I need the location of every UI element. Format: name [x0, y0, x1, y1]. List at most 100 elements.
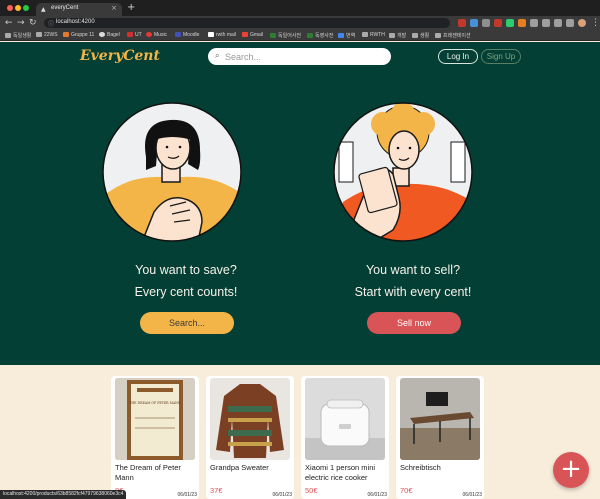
product-image	[400, 378, 480, 460]
product-card[interactable]: Schreibtisch 70€ 06/01/23	[396, 376, 484, 499]
music-icon	[146, 32, 152, 37]
sidebar-icon[interactable]	[566, 19, 574, 27]
media-icon[interactable]	[542, 19, 550, 27]
bookmark-item[interactable]: UT	[127, 32, 142, 38]
bookmark-item[interactable]: 개발	[389, 32, 406, 39]
cast-icon[interactable]	[554, 19, 562, 27]
product-card[interactable]: THE DREAM OF PETER MANN The Dream of Pet…	[111, 376, 199, 499]
bookmark-item[interactable]: Gruppe 11	[63, 32, 94, 38]
folder-icon	[362, 32, 368, 37]
book-cover-title: THE DREAM OF PETER MANN	[129, 401, 181, 405]
product-card[interactable]: Grandpa Sweater 37€ 06/01/23	[206, 376, 294, 499]
hero-search-button[interactable]: Search...	[140, 312, 234, 334]
translate-icon	[338, 33, 344, 38]
extension-icon[interactable]	[518, 19, 526, 27]
save-tagline: You want to save? Every cent counts!	[76, 259, 296, 303]
save-subline: Every cent counts!	[134, 285, 238, 299]
bookmark-item[interactable]: RWTH	[362, 32, 385, 38]
desk-photo	[400, 378, 480, 460]
address-url: localhost:4200	[56, 19, 95, 25]
info-icon: ⓘ	[48, 21, 55, 28]
product-title: Xiaomi 1 person mini electric rice cooke…	[305, 463, 376, 482]
close-window-button[interactable]	[7, 5, 13, 11]
product-date: 06/01/23	[272, 492, 292, 498]
bookmark-item[interactable]: rwth mail	[208, 32, 236, 38]
product-date: 06/01/23	[367, 492, 387, 498]
sell-now-button[interactable]: Sell now	[367, 312, 461, 334]
dictionary-icon	[270, 33, 276, 38]
minimize-window-button[interactable]	[15, 5, 21, 11]
bookmark-item[interactable]: 독일생활	[5, 32, 31, 39]
bookmark-item[interactable]: Bagel	[99, 32, 120, 38]
back-icon[interactable]: ←	[5, 17, 13, 29]
bookmark-item[interactable]: Moodle	[175, 32, 199, 38]
product-price: 50€	[305, 486, 318, 495]
signup-button[interactable]: Sign Up	[481, 49, 521, 64]
puzzle-icon[interactable]	[530, 19, 538, 27]
product-image	[210, 378, 290, 460]
extension-icon[interactable]	[470, 19, 478, 27]
logo[interactable]: EveryCent	[80, 48, 160, 64]
bookmark-item[interactable]: 독영사전	[307, 32, 333, 39]
bookmark-item[interactable]: 프레젠테이션	[435, 32, 471, 39]
bookmark-item[interactable]: 번역	[338, 32, 355, 39]
product-price: 70€	[400, 486, 413, 495]
github-icon	[99, 32, 105, 37]
gmail-icon	[242, 32, 248, 37]
maximize-window-button[interactable]	[23, 5, 29, 11]
sweater-photo	[210, 378, 290, 460]
bookmark-item[interactable]: 독일어사전	[270, 32, 301, 39]
tab-title: everyCent	[51, 5, 79, 11]
folder-icon	[36, 32, 42, 37]
bookmark-item[interactable]: 생활	[412, 32, 429, 39]
new-tab-icon[interactable]: +	[127, 2, 135, 14]
add-product-button[interactable]: +	[553, 452, 589, 488]
forward-icon[interactable]: →	[17, 17, 25, 29]
rice-cooker-photo	[305, 378, 385, 460]
book-photo: THE DREAM OF PETER MANN	[115, 378, 195, 460]
avatar[interactable]	[578, 19, 586, 27]
product-date: 06/01/23	[177, 492, 197, 498]
extension-icon[interactable]	[494, 19, 502, 27]
sell-subline: Start with every cent!	[354, 285, 472, 299]
browser-tab[interactable]: ▲ everyCent ×	[36, 3, 122, 16]
product-title: Grandpa Sweater	[210, 463, 269, 472]
mail-icon	[208, 32, 214, 37]
search-icon: ⌕	[215, 51, 220, 60]
product-title: Schreibtisch	[400, 463, 441, 472]
folder-icon	[412, 33, 418, 38]
product-card[interactable]: Xiaomi 1 person mini electric rice cooke…	[301, 376, 389, 499]
bookmarks-bar: 독일생활 22WS Gruppe 11 Bagel UT Music Moodl…	[0, 30, 600, 41]
saver-illustration	[102, 102, 242, 242]
bookmark-item[interactable]: Music	[146, 32, 167, 38]
folder-icon	[389, 33, 395, 38]
link-status-bar: localhost:4200/products/63b8582fcf479796…	[0, 490, 127, 499]
browser-toolbar: ← → ↻ ⓘ localhost:4200 ⋮	[0, 16, 600, 30]
bookmark-item[interactable]: 22WS	[36, 32, 58, 38]
angular-icon: ▲	[41, 6, 46, 13]
close-tab-icon[interactable]: ×	[111, 4, 117, 12]
plus-icon: +	[560, 454, 582, 484]
search-bar[interactable]: ⌕	[208, 48, 391, 65]
ut-icon	[127, 32, 133, 37]
dictionary-icon	[307, 33, 313, 38]
sell-headline: You want to sell?	[365, 263, 461, 277]
folder-icon	[5, 33, 11, 38]
product-title: The Dream of Peter Mann	[115, 463, 181, 482]
reload-icon[interactable]: ↻	[29, 17, 37, 29]
search-input[interactable]	[225, 50, 385, 63]
gitlab-icon	[63, 32, 69, 37]
product-date: 06/01/23	[462, 492, 482, 498]
product-image: THE DREAM OF PETER MANN	[115, 378, 195, 460]
menu-icon[interactable]: ⋮	[591, 17, 600, 29]
product-image	[305, 378, 385, 460]
extension-icon[interactable]	[506, 19, 514, 27]
address-bar[interactable]: ⓘ localhost:4200	[44, 18, 450, 28]
login-button[interactable]: Log In	[438, 49, 478, 64]
folder-icon	[435, 33, 441, 38]
extension-icon[interactable]	[482, 19, 490, 27]
save-headline: You want to save?	[135, 263, 237, 277]
hero-section: EveryCent ⌕ Log In Sign Up	[0, 42, 600, 365]
extension-icon[interactable]	[458, 19, 466, 27]
bookmark-item[interactable]: Gmail	[242, 32, 263, 38]
